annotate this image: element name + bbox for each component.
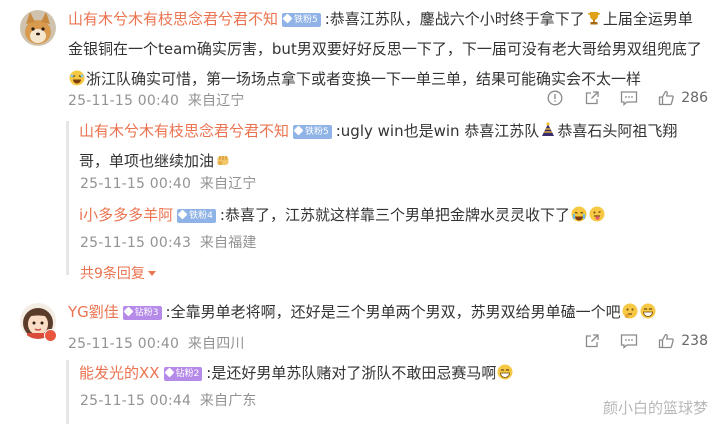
location: 来自福建 bbox=[199, 235, 257, 251]
location: 来自四川 bbox=[187, 336, 245, 352]
gem-icon bbox=[282, 13, 293, 24]
reply-text: 恭喜石头阿祖飞翔 bbox=[557, 122, 678, 140]
gem-icon bbox=[123, 306, 134, 317]
location: 来自辽宁 bbox=[199, 176, 257, 192]
comment-content: YG劉佳 钻粉3 :全靠男单老将啊，还好是三个男单两个男双，苏男双给男单磕一个吧 bbox=[68, 297, 708, 327]
timestamp: 25-11-15 00:40 bbox=[68, 93, 180, 109]
reply-text: :恭喜了，江苏就这样靠三个男单把金牌水灵灵收下了 bbox=[219, 206, 570, 224]
badge-label: 钻粉2 bbox=[175, 369, 200, 379]
username-link[interactable]: i小多多多羊阿 bbox=[79, 206, 173, 224]
fan-badge[interactable]: 铁粉5 bbox=[293, 125, 332, 139]
grinning-emoji-icon bbox=[497, 364, 513, 380]
like-icon[interactable] bbox=[657, 332, 675, 350]
comment-text: 上届全运男单 bbox=[602, 10, 693, 28]
thinking-emoji-icon bbox=[622, 303, 638, 319]
tongue-emoji-icon bbox=[589, 206, 605, 222]
gem-icon bbox=[164, 367, 175, 378]
fan-badge[interactable]: 钻粉3 bbox=[122, 306, 162, 320]
laughing-emoji-icon bbox=[69, 70, 85, 86]
comment-text: 金银铜在一个team确实厉害，but男双要好好反思一下了，下一届可没有老大哥给男… bbox=[68, 40, 702, 58]
fan-badge[interactable]: 钻粉2 bbox=[163, 367, 203, 381]
reply-text: 哥，单项也继续加油 bbox=[79, 152, 215, 170]
reply-meta: 25-11-15 00:40 来自辽宁 bbox=[80, 173, 257, 193]
reply-divider bbox=[66, 360, 69, 424]
comment-text: :恭喜江苏队，鏖战六个小时终于拿下了 bbox=[324, 10, 585, 28]
fan-badge[interactable]: 铁粉5 bbox=[282, 13, 321, 27]
username-link[interactable]: 能发光的XX bbox=[79, 364, 160, 382]
chevron-down-icon bbox=[147, 271, 156, 276]
timestamp: 25-11-15 00:43 bbox=[80, 235, 192, 251]
gem-icon bbox=[177, 209, 188, 220]
verified-badge-icon bbox=[44, 329, 57, 342]
comment-actions: 238 bbox=[564, 331, 708, 351]
location: 来自辽宁 bbox=[187, 93, 245, 109]
username-link[interactable]: YG劉佳 bbox=[68, 303, 119, 321]
fist-emoji-icon bbox=[217, 156, 229, 165]
timestamp: 25-11-15 00:40 bbox=[68, 336, 180, 352]
badge-label: 铁粉5 bbox=[305, 127, 329, 137]
timestamp: 25-11-15 00:44 bbox=[80, 393, 192, 409]
gem-icon bbox=[293, 125, 304, 136]
comment-text: :全靠男单老将啊，还好是三个男单两个男双，苏男双给男单磕一个吧 bbox=[165, 303, 621, 321]
report-icon[interactable] bbox=[546, 89, 564, 107]
reply-text: :ugly win也是win 恭喜江苏队 bbox=[335, 122, 540, 140]
comment-meta: 25-11-15 00:40 来自辽宁 bbox=[68, 90, 245, 110]
comment-text: 浙江队确实可惜，第一场场点拿下或者变换一下一单三单，结果可能确实会不太一样 bbox=[86, 70, 642, 88]
crying-emoji-icon bbox=[571, 206, 587, 222]
reply-meta: 25-11-15 00:43 来自福建 bbox=[80, 232, 257, 252]
share-icon[interactable] bbox=[583, 332, 601, 350]
badge-label: 钻粉3 bbox=[134, 308, 159, 318]
reply-meta: 25-11-15 00:44 来自广东 bbox=[80, 390, 257, 410]
trophy-icon bbox=[587, 12, 600, 25]
watermark: 颜小白的篮球梦 bbox=[602, 399, 708, 417]
reply-text: :是还好男单苏队赌对了浙队不敢田忌赛马啊 bbox=[206, 364, 497, 382]
reply-divider bbox=[66, 121, 69, 275]
location: 来自广东 bbox=[199, 393, 257, 409]
username-link[interactable]: 山有木兮木有枝思念君兮君不知 bbox=[79, 122, 289, 140]
fan-badge[interactable]: 铁粉4 bbox=[177, 209, 216, 223]
reply-content: 山有木兮木有枝思念君兮君不知 铁粉5 :ugly win也是win 恭喜江苏队 恭喜石… bbox=[79, 116, 699, 176]
username-link[interactable]: 山有木兮木有枝思念君兮君不知 bbox=[68, 10, 278, 28]
timestamp: 25-11-15 00:40 bbox=[80, 176, 192, 192]
like-count: 286 bbox=[681, 90, 708, 106]
more-replies-link[interactable]: 共9条回复 bbox=[80, 263, 156, 283]
comment-content: 山有木兮木有枝思念君兮君不知 铁粉5 :恭喜江苏队，鏖战六个小时终于拿下了 上届全运男… bbox=[68, 4, 708, 94]
badge-label: 铁粉5 bbox=[294, 15, 318, 25]
reply-content: 能发光的XX 钻粉2 :是还好男单苏队赌对了浙队不敢田忌赛马啊 bbox=[79, 358, 699, 388]
share-icon[interactable] bbox=[583, 89, 601, 107]
like-icon[interactable] bbox=[657, 89, 675, 107]
dog-avatar-icon bbox=[20, 10, 56, 46]
comment-actions: 286 bbox=[527, 88, 708, 108]
badge-label: 铁粉4 bbox=[189, 211, 213, 221]
reply-content: i小多多多羊阿 铁粉4 :恭喜了，江苏就这样靠三个男单把金牌水灵灵收下了 bbox=[79, 200, 699, 230]
comment-meta: 25-11-15 00:40 来自四川 bbox=[68, 333, 245, 353]
comment-item: 山有木兮木有枝思念君兮君不知 铁粉5:恭喜江苏队，鏖战六个小时终于拿下了 上届全运男… bbox=[0, 0, 720, 282]
comment-icon[interactable] bbox=[620, 332, 638, 350]
grinning-emoji-icon bbox=[640, 303, 656, 319]
party-hat-emoji-icon bbox=[542, 122, 555, 136]
more-replies-label: 共9条回复 bbox=[80, 266, 145, 282]
like-count: 238 bbox=[681, 333, 708, 349]
comment-icon[interactable] bbox=[620, 89, 638, 107]
avatar[interactable] bbox=[20, 10, 56, 46]
